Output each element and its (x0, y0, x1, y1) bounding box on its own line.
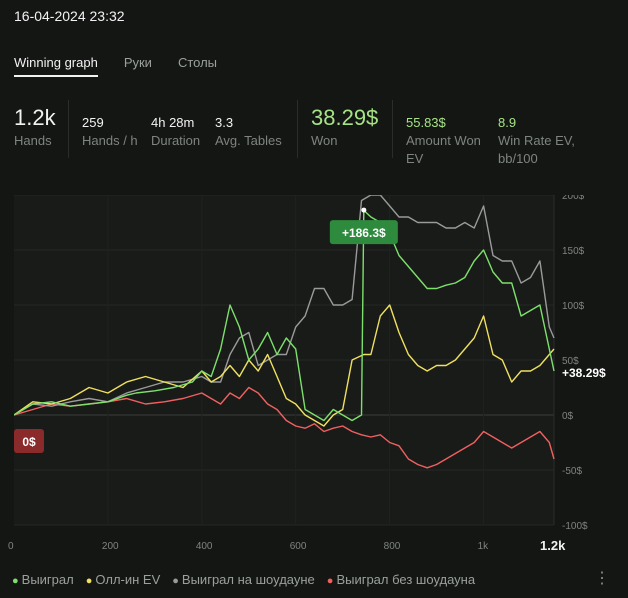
y-tick-label: -50$ (562, 466, 582, 477)
stat-hands-value: 1.2k (14, 105, 56, 130)
x-tick-label: 1k (477, 541, 489, 552)
legend-dot-icon: ● (326, 575, 334, 587)
stat-win-rate-ev: 8.9 Win Rate EV, bb/100 (498, 104, 575, 168)
stat-avg-tables: 3.3 Avg. Tables (215, 104, 282, 150)
stat-hands-per-hour: 259 Hands / h (82, 104, 138, 150)
chart-legend: ● Выиграл ● Олл-ин EV ● Выиграл на шоудауне… (12, 572, 475, 587)
tab-bar: Winning graph Руки Столы (14, 55, 217, 77)
legend-item-allin-ev[interactable]: ● Олл-ин EV (86, 572, 161, 587)
end-value-label: +38.29$ (562, 366, 606, 380)
divider (392, 100, 393, 158)
chart-svg[interactable]: 200$150$100$50$0$-50$-100$+186.3$0$+38.2… (13, 191, 614, 535)
legend-dot-icon: ● (12, 575, 19, 587)
stat-amount-won-ev-label-2: EV (406, 151, 424, 166)
stat-avg-tables-value: 3.3 (215, 115, 234, 130)
x-tick-label: 600 (289, 541, 307, 552)
session-title: 16-04-2024 23:32 (14, 8, 125, 24)
y-tick-label: -100$ (562, 521, 588, 532)
legend-item-non-showdown[interactable]: ● Выиграл без шоудауна (327, 572, 475, 587)
stat-won-label: Won (311, 133, 338, 148)
stat-avg-tables-label: Avg. Tables (215, 133, 282, 148)
peak-callout-label: +186.3$ (342, 226, 386, 240)
stat-won: 38.29$ Won (311, 104, 378, 150)
tab-tables[interactable]: Столы (178, 55, 217, 77)
legend-dot-icon: ● (85, 575, 93, 587)
stat-hph-label: Hands / h (82, 133, 138, 148)
stat-duration: 4h 28m Duration (151, 104, 200, 150)
winning-graph-chart[interactable]: 200$ 150$ 100$ 50$ 0$ -50$ -100$ +186.3$ 0$ +38.2… (8, 191, 614, 553)
x-tick-label: 800 (383, 541, 401, 552)
y-tick-label: 100$ (562, 301, 585, 312)
peak-marker (361, 207, 367, 213)
y-tick-label: 0$ (562, 411, 574, 422)
x-current-label: 1.2k (540, 538, 566, 553)
y-tick-label: 200$ (562, 195, 585, 202)
stat-hands-label: Hands (14, 133, 52, 148)
divider (68, 100, 69, 158)
legend-label-won: Выиграл (21, 572, 74, 587)
stat-win-rate-ev-label-2: bb/100 (498, 151, 538, 166)
legend-label-allin-ev: Олл-ин EV (95, 572, 161, 587)
legend-item-showdown[interactable]: ● Выиграл на шоудауне (172, 572, 315, 587)
stat-win-rate-ev-value: 8.9 (498, 115, 517, 130)
legend-label-non-showdown: Выиграл без шоудауна (336, 572, 476, 587)
x-tick-label: 200 (101, 541, 119, 552)
divider (297, 100, 298, 158)
stat-amount-won-ev-value: 55.83$ (406, 115, 446, 130)
stat-amount-won-ev-label-1: Amount Won (406, 133, 481, 148)
stat-hph-value: 259 (82, 115, 104, 130)
kebab-menu-icon[interactable]: ⋮ (594, 568, 610, 588)
tab-winning-graph[interactable]: Winning graph (14, 55, 98, 77)
legend-label-showdown: Выиграл на шоудауне (181, 572, 315, 587)
stat-won-value: 38.29$ (311, 105, 379, 130)
legend-item-won[interactable]: ● Выиграл (12, 572, 74, 587)
x-tick-label: 0 (8, 541, 14, 552)
stat-duration-value: 4h 28m (151, 115, 195, 130)
stats-bar: 1.2k Hands 259 Hands / h 4h 28m Duration… (14, 100, 618, 174)
stat-win-rate-ev-label-1: Win Rate EV, (498, 133, 575, 148)
stat-hands: 1.2k Hands (14, 104, 56, 150)
legend-dot-icon: ● (172, 575, 179, 587)
stat-duration-label: Duration (151, 133, 201, 148)
start-callout-label: 0$ (22, 435, 36, 449)
stat-amount-won-ev: 55.83$ Amount Won EV (406, 104, 481, 168)
x-tick-label: 400 (195, 541, 213, 552)
tab-hands[interactable]: Руки (124, 55, 152, 77)
y-tick-label: 150$ (562, 246, 585, 257)
